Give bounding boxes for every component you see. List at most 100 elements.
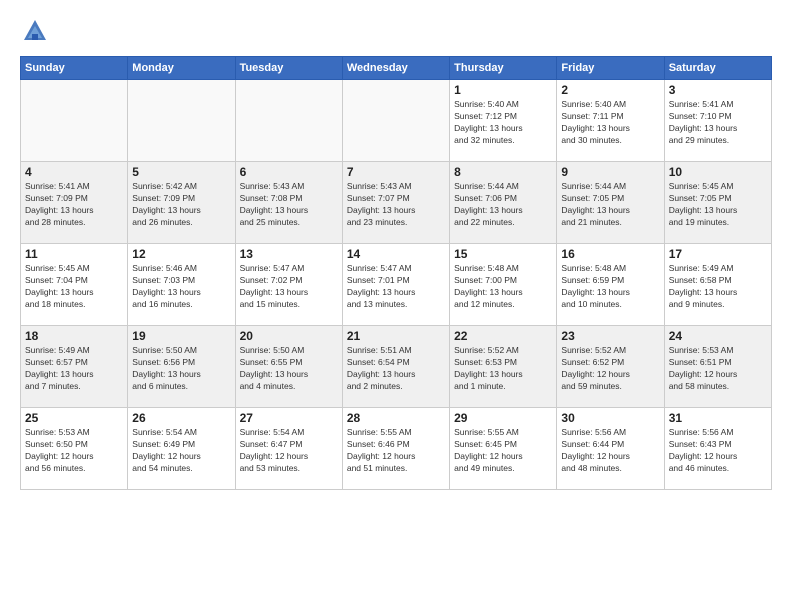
calendar-header-sunday: Sunday	[21, 57, 128, 80]
day-info: Sunrise: 5:40 AM Sunset: 7:11 PM Dayligh…	[561, 99, 659, 147]
day-info: Sunrise: 5:41 AM Sunset: 7:09 PM Dayligh…	[25, 181, 123, 229]
day-number: 18	[25, 329, 123, 343]
day-info: Sunrise: 5:46 AM Sunset: 7:03 PM Dayligh…	[132, 263, 230, 311]
calendar-header-saturday: Saturday	[664, 57, 771, 80]
day-info: Sunrise: 5:44 AM Sunset: 7:05 PM Dayligh…	[561, 181, 659, 229]
day-info: Sunrise: 5:47 AM Sunset: 7:02 PM Dayligh…	[240, 263, 338, 311]
day-info: Sunrise: 5:40 AM Sunset: 7:12 PM Dayligh…	[454, 99, 552, 147]
day-number: 2	[561, 83, 659, 97]
calendar-day-29: 29 Sunrise: 5:55 AM Sunset: 6:45 PM Dayli…	[450, 408, 557, 490]
day-number: 13	[240, 247, 338, 261]
day-info: Sunrise: 5:51 AM Sunset: 6:54 PM Dayligh…	[347, 345, 445, 393]
day-info: Sunrise: 5:50 AM Sunset: 6:55 PM Dayligh…	[240, 345, 338, 393]
calendar-day-4: 4 Sunrise: 5:41 AM Sunset: 7:09 PM Daylig…	[21, 162, 128, 244]
calendar-day-26: 26Sunrise: 5:54 AM Sunset: 6:49 PM Dayli…	[128, 408, 235, 490]
day-number: 27	[240, 411, 338, 425]
calendar-week-5: 25Sunrise: 5:53 AM Sunset: 6:50 PM Dayli…	[21, 408, 772, 490]
calendar-day-11: 11 Sunrise: 5:45 AM Sunset: 7:04 PM Dayli…	[21, 244, 128, 326]
calendar-day-12: 12 Sunrise: 5:46 AM Sunset: 7:03 PM Dayli…	[128, 244, 235, 326]
calendar-day-27: 27 Sunrise: 5:54 AM Sunset: 6:47 PM Dayli…	[235, 408, 342, 490]
calendar-table: SundayMondayTuesdayWednesdayThursdayFrid…	[20, 56, 772, 490]
day-number: 24	[669, 329, 767, 343]
day-number: 30	[561, 411, 659, 425]
day-info: Sunrise: 5:45 AM Sunset: 7:04 PM Dayligh…	[25, 263, 123, 311]
day-number: 4	[25, 165, 123, 179]
calendar-day-13: 13 Sunrise: 5:47 AM Sunset: 7:02 PM Dayli…	[235, 244, 342, 326]
day-number: 23	[561, 329, 659, 343]
calendar-day-28: 28 Sunrise: 5:55 AM Sunset: 6:46 PM Dayli…	[342, 408, 449, 490]
page: SundayMondayTuesdayWednesdayThursdayFrid…	[0, 0, 792, 612]
calendar-day-6: 6Sunrise: 5:43 AM Sunset: 7:08 PM Daylig…	[235, 162, 342, 244]
calendar-week-2: 4 Sunrise: 5:41 AM Sunset: 7:09 PM Daylig…	[21, 162, 772, 244]
day-info: Sunrise: 5:56 AM Sunset: 6:44 PM Dayligh…	[561, 427, 659, 475]
calendar-day-24: 24Sunrise: 5:53 AM Sunset: 6:51 PM Dayli…	[664, 326, 771, 408]
calendar-day-empty	[342, 80, 449, 162]
calendar-day-31: 31 Sunrise: 5:56 AM Sunset: 6:43 PM Dayli…	[664, 408, 771, 490]
day-number: 3	[669, 83, 767, 97]
day-number: 15	[454, 247, 552, 261]
calendar-day-30: 30 Sunrise: 5:56 AM Sunset: 6:44 PM Dayli…	[557, 408, 664, 490]
day-number: 22	[454, 329, 552, 343]
day-number: 29	[454, 411, 552, 425]
day-info: Sunrise: 5:47 AM Sunset: 7:01 PM Dayligh…	[347, 263, 445, 311]
day-info: Sunrise: 5:49 AM Sunset: 6:57 PM Dayligh…	[25, 345, 123, 393]
calendar-day-empty	[128, 80, 235, 162]
day-number: 17	[669, 247, 767, 261]
calendar-day-7: 7Sunrise: 5:43 AM Sunset: 7:07 PM Daylig…	[342, 162, 449, 244]
calendar-header-tuesday: Tuesday	[235, 57, 342, 80]
calendar-header-wednesday: Wednesday	[342, 57, 449, 80]
calendar-day-15: 15 Sunrise: 5:48 AM Sunset: 7:00 PM Dayli…	[450, 244, 557, 326]
calendar-day-14: 14 Sunrise: 5:47 AM Sunset: 7:01 PM Dayli…	[342, 244, 449, 326]
day-info: Sunrise: 5:42 AM Sunset: 7:09 PM Dayligh…	[132, 181, 230, 229]
day-info: Sunrise: 5:48 AM Sunset: 7:00 PM Dayligh…	[454, 263, 552, 311]
day-number: 19	[132, 329, 230, 343]
day-info: Sunrise: 5:52 AM Sunset: 6:52 PM Dayligh…	[561, 345, 659, 393]
calendar-day-5: 5 Sunrise: 5:42 AM Sunset: 7:09 PM Daylig…	[128, 162, 235, 244]
day-number: 31	[669, 411, 767, 425]
calendar-day-empty	[21, 80, 128, 162]
day-info: Sunrise: 5:50 AM Sunset: 6:56 PM Dayligh…	[132, 345, 230, 393]
day-number: 6	[240, 165, 338, 179]
calendar-header-monday: Monday	[128, 57, 235, 80]
calendar-day-8: 8Sunrise: 5:44 AM Sunset: 7:06 PM Daylig…	[450, 162, 557, 244]
day-info: Sunrise: 5:55 AM Sunset: 6:46 PM Dayligh…	[347, 427, 445, 475]
calendar-day-25: 25Sunrise: 5:53 AM Sunset: 6:50 PM Dayli…	[21, 408, 128, 490]
logo	[20, 16, 52, 46]
calendar-day-1: 1Sunrise: 5:40 AM Sunset: 7:12 PM Daylig…	[450, 80, 557, 162]
calendar-day-21: 21Sunrise: 5:51 AM Sunset: 6:54 PM Dayli…	[342, 326, 449, 408]
day-number: 28	[347, 411, 445, 425]
day-info: Sunrise: 5:55 AM Sunset: 6:45 PM Dayligh…	[454, 427, 552, 475]
calendar-day-9: 9 Sunrise: 5:44 AM Sunset: 7:05 PM Daylig…	[557, 162, 664, 244]
calendar-day-2: 2 Sunrise: 5:40 AM Sunset: 7:11 PM Daylig…	[557, 80, 664, 162]
day-number: 10	[669, 165, 767, 179]
day-info: Sunrise: 5:45 AM Sunset: 7:05 PM Dayligh…	[669, 181, 767, 229]
day-number: 14	[347, 247, 445, 261]
day-info: Sunrise: 5:56 AM Sunset: 6:43 PM Dayligh…	[669, 427, 767, 475]
header	[20, 16, 772, 46]
day-number: 20	[240, 329, 338, 343]
day-number: 12	[132, 247, 230, 261]
calendar-week-3: 11 Sunrise: 5:45 AM Sunset: 7:04 PM Dayli…	[21, 244, 772, 326]
calendar-day-empty	[235, 80, 342, 162]
calendar-day-22: 22 Sunrise: 5:52 AM Sunset: 6:53 PM Dayli…	[450, 326, 557, 408]
day-info: Sunrise: 5:41 AM Sunset: 7:10 PM Dayligh…	[669, 99, 767, 147]
calendar-day-18: 18 Sunrise: 5:49 AM Sunset: 6:57 PM Dayli…	[21, 326, 128, 408]
day-number: 9	[561, 165, 659, 179]
calendar-header-row: SundayMondayTuesdayWednesdayThursdayFrid…	[21, 57, 772, 80]
day-number: 11	[25, 247, 123, 261]
day-number: 16	[561, 247, 659, 261]
day-info: Sunrise: 5:54 AM Sunset: 6:47 PM Dayligh…	[240, 427, 338, 475]
calendar-header-thursday: Thursday	[450, 57, 557, 80]
calendar-day-19: 19 Sunrise: 5:50 AM Sunset: 6:56 PM Dayli…	[128, 326, 235, 408]
day-info: Sunrise: 5:48 AM Sunset: 6:59 PM Dayligh…	[561, 263, 659, 311]
day-info: Sunrise: 5:52 AM Sunset: 6:53 PM Dayligh…	[454, 345, 552, 393]
calendar-day-23: 23 Sunrise: 5:52 AM Sunset: 6:52 PM Dayli…	[557, 326, 664, 408]
day-number: 5	[132, 165, 230, 179]
calendar-day-17: 17 Sunrise: 5:49 AM Sunset: 6:58 PM Dayli…	[664, 244, 771, 326]
day-info: Sunrise: 5:49 AM Sunset: 6:58 PM Dayligh…	[669, 263, 767, 311]
day-number: 8	[454, 165, 552, 179]
calendar-day-20: 20 Sunrise: 5:50 AM Sunset: 6:55 PM Dayli…	[235, 326, 342, 408]
calendar-day-3: 3 Sunrise: 5:41 AM Sunset: 7:10 PM Daylig…	[664, 80, 771, 162]
calendar-day-16: 16 Sunrise: 5:48 AM Sunset: 6:59 PM Dayli…	[557, 244, 664, 326]
day-number: 25	[25, 411, 123, 425]
